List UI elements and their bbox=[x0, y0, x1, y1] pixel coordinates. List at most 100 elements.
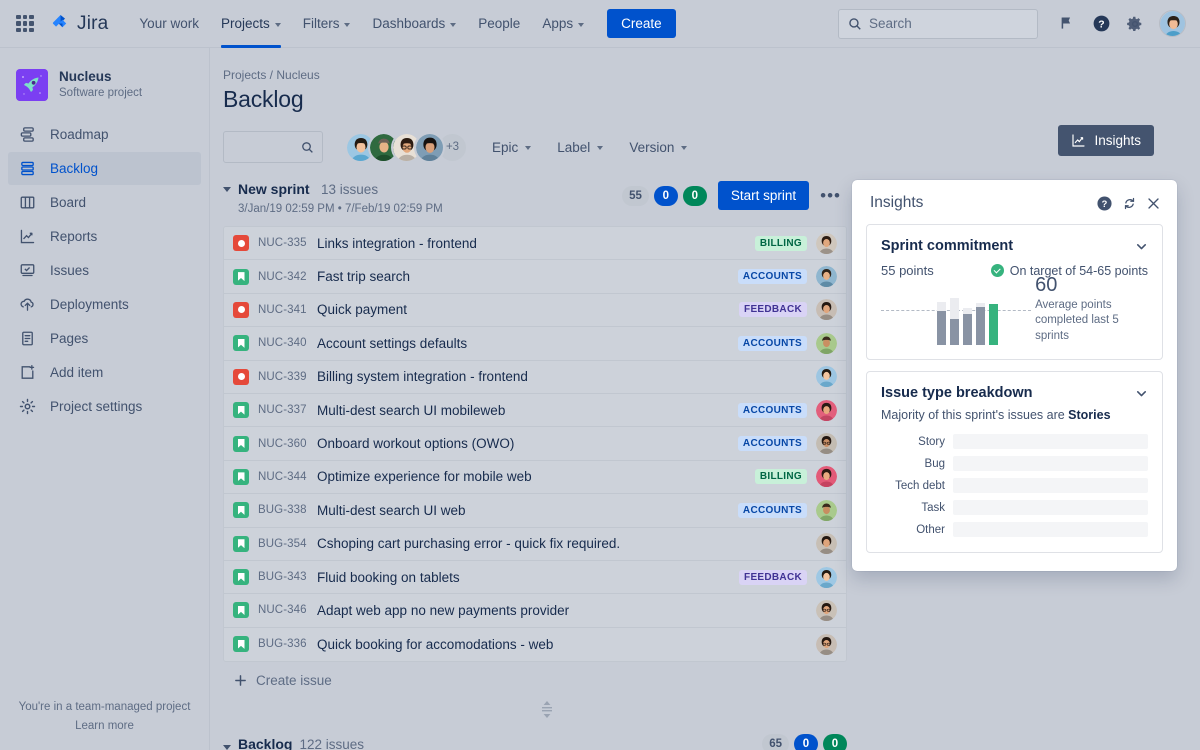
refresh-icon[interactable] bbox=[1122, 196, 1137, 211]
sidebar-item-pages[interactable]: Pages bbox=[8, 322, 201, 355]
avatar[interactable] bbox=[816, 266, 837, 288]
project-header[interactable]: Nucleus Software project bbox=[0, 48, 209, 118]
avatar[interactable] bbox=[816, 232, 837, 254]
sidebar-item-reports[interactable]: Reports bbox=[8, 220, 201, 253]
avatar[interactable] bbox=[816, 466, 837, 488]
backlog-badge-inprogress[interactable]: 0 bbox=[794, 734, 818, 750]
avatar[interactable] bbox=[816, 499, 837, 521]
issue-key[interactable]: NUC-346 bbox=[258, 604, 308, 616]
close-icon[interactable] bbox=[1146, 196, 1161, 211]
table-row[interactable]: NUC-341 Quick payment FEEDBACK bbox=[224, 293, 846, 328]
nav-your-work[interactable]: Your work bbox=[128, 0, 210, 48]
issue-key[interactable]: NUC-337 bbox=[258, 404, 308, 416]
sidebar-item-board[interactable]: Board bbox=[8, 186, 201, 219]
collapse-sprint-icon[interactable] bbox=[223, 187, 231, 192]
table-row[interactable]: NUC-344 Optimize experience for mobile w… bbox=[224, 460, 846, 495]
issue-key[interactable]: NUC-360 bbox=[258, 438, 308, 450]
issue-key[interactable]: NUC-340 bbox=[258, 337, 308, 349]
create-button[interactable]: Create bbox=[607, 9, 676, 38]
collapse-backlog-icon[interactable] bbox=[223, 744, 231, 750]
global-search[interactable] bbox=[838, 8, 1038, 39]
avatar[interactable] bbox=[816, 366, 837, 388]
issue-key[interactable]: BUG-336 bbox=[258, 638, 308, 650]
nav-people[interactable]: People bbox=[467, 0, 531, 48]
table-row[interactable]: NUC-340 Account settings defaults ACCOUN… bbox=[224, 327, 846, 361]
sidebar-item-issues[interactable]: Issues bbox=[8, 254, 201, 287]
sprint-badge-done[interactable]: 0 bbox=[682, 185, 707, 206]
nav-apps[interactable]: Apps bbox=[531, 0, 595, 48]
table-row[interactable]: NUC-360 Onboard workout options (OWO) AC… bbox=[224, 427, 846, 461]
table-row[interactable]: BUG-338 Multi-dest search UI web ACCOUNT… bbox=[224, 494, 846, 528]
chevron-down-icon[interactable] bbox=[1135, 240, 1148, 253]
help-icon[interactable]: ? bbox=[1086, 9, 1116, 39]
epic-badge[interactable]: ACCOUNTS bbox=[737, 402, 807, 418]
sprint-badge-todo[interactable]: 55 bbox=[622, 185, 649, 206]
issue-key[interactable]: BUG-343 bbox=[258, 571, 308, 583]
issue-key[interactable]: NUC-344 bbox=[258, 471, 308, 483]
avatar[interactable] bbox=[816, 566, 837, 588]
notifications-icon[interactable] bbox=[1052, 9, 1082, 39]
backlog-badge-done[interactable]: 0 bbox=[823, 734, 847, 750]
issue-type-bug-icon bbox=[233, 301, 249, 318]
avatar[interactable] bbox=[816, 399, 837, 421]
backlog-search[interactable] bbox=[223, 131, 323, 163]
issue-key[interactable]: NUC-339 bbox=[258, 371, 308, 383]
table-row[interactable]: BUG-336 Quick booking for accomodations … bbox=[224, 627, 846, 662]
help-icon[interactable]: ? bbox=[1096, 195, 1113, 212]
table-row[interactable]: BUG-354 Cshoping cart purchasing error -… bbox=[224, 527, 846, 561]
nav-projects[interactable]: Projects bbox=[210, 0, 292, 48]
sidebar-item-project-settings[interactable]: Project settings bbox=[8, 390, 201, 423]
avatar[interactable] bbox=[816, 332, 837, 354]
sidebar-item-deployments[interactable]: Deployments bbox=[8, 288, 201, 321]
start-sprint-button[interactable]: Start sprint bbox=[717, 181, 810, 210]
table-row[interactable]: BUG-343 Fluid booking on tablets FEEDBAC… bbox=[224, 560, 846, 595]
jira-home-link[interactable]: Jira bbox=[50, 13, 108, 35]
settings-icon[interactable] bbox=[1120, 9, 1150, 39]
epic-badge[interactable]: ACCOUNTS bbox=[737, 335, 807, 351]
nav-dashboards[interactable]: Dashboards bbox=[361, 0, 467, 48]
chevron-down-icon[interactable] bbox=[1135, 387, 1148, 400]
backlog-badge-todo[interactable]: 65 bbox=[762, 734, 789, 750]
profile-avatar[interactable] bbox=[1159, 10, 1186, 37]
epic-badge[interactable]: ACCOUNTS bbox=[737, 269, 807, 285]
insights-toggle-button[interactable]: Insights bbox=[1058, 125, 1154, 156]
sprint-badge-inprogress[interactable]: 0 bbox=[653, 185, 678, 206]
resize-handle[interactable] bbox=[235, 701, 859, 719]
epic-badge[interactable]: BILLING bbox=[754, 235, 807, 251]
epic-badge[interactable]: FEEDBACK bbox=[739, 302, 807, 318]
issue-key[interactable]: NUC-335 bbox=[258, 237, 308, 249]
epic-badge[interactable]: BILLING bbox=[754, 469, 807, 485]
breadcrumb[interactable]: Projects / Nucleus bbox=[211, 48, 1200, 82]
create-issue-button[interactable]: Create issue bbox=[223, 662, 847, 688]
app-switcher-icon[interactable] bbox=[14, 13, 36, 35]
table-row[interactable]: NUC-335 Links integration - frontend BIL… bbox=[224, 227, 846, 261]
avatar[interactable] bbox=[816, 599, 837, 621]
filter-version[interactable]: Version bbox=[627, 135, 689, 160]
avatar[interactable] bbox=[816, 533, 837, 555]
table-row[interactable]: NUC-339 Billing system integration - fro… bbox=[224, 360, 846, 394]
filter-epic[interactable]: Epic bbox=[490, 135, 533, 160]
issue-key[interactable]: NUC-341 bbox=[258, 304, 308, 316]
issue-key[interactable]: BUG-338 bbox=[258, 504, 308, 516]
sidebar-item-add-item[interactable]: Add item bbox=[8, 356, 201, 389]
epic-badge[interactable]: ACCOUNTS bbox=[737, 436, 807, 452]
sprint-more-menu-icon[interactable]: ••• bbox=[814, 187, 847, 204]
epic-badge[interactable]: ACCOUNTS bbox=[737, 502, 807, 518]
table-row[interactable]: NUC-346 Adapt web app no new payments pr… bbox=[224, 594, 846, 628]
filter-label[interactable]: Label bbox=[555, 135, 605, 160]
table-row[interactable]: NUC-337 Multi-dest search UI mobileweb A… bbox=[224, 393, 846, 428]
sidebar-item-roadmap[interactable]: Roadmap bbox=[8, 118, 201, 151]
issue-key[interactable]: BUG-354 bbox=[258, 538, 308, 550]
avatar[interactable] bbox=[816, 433, 837, 455]
issue-key[interactable]: NUC-342 bbox=[258, 271, 308, 283]
avatar[interactable] bbox=[816, 299, 837, 321]
avatar[interactable] bbox=[816, 633, 837, 655]
epic-badge[interactable]: FEEDBACK bbox=[739, 569, 807, 585]
sidebar-item-backlog[interactable]: Backlog bbox=[8, 151, 201, 185]
nav-filters[interactable]: Filters bbox=[292, 0, 362, 48]
avatar[interactable] bbox=[414, 131, 445, 163]
learn-more-link[interactable]: Learn more bbox=[75, 720, 134, 732]
table-row[interactable]: NUC-342 Fast trip search ACCOUNTS bbox=[224, 260, 846, 294]
global-search-input[interactable] bbox=[869, 16, 1028, 31]
backlog-search-input[interactable] bbox=[232, 139, 301, 155]
